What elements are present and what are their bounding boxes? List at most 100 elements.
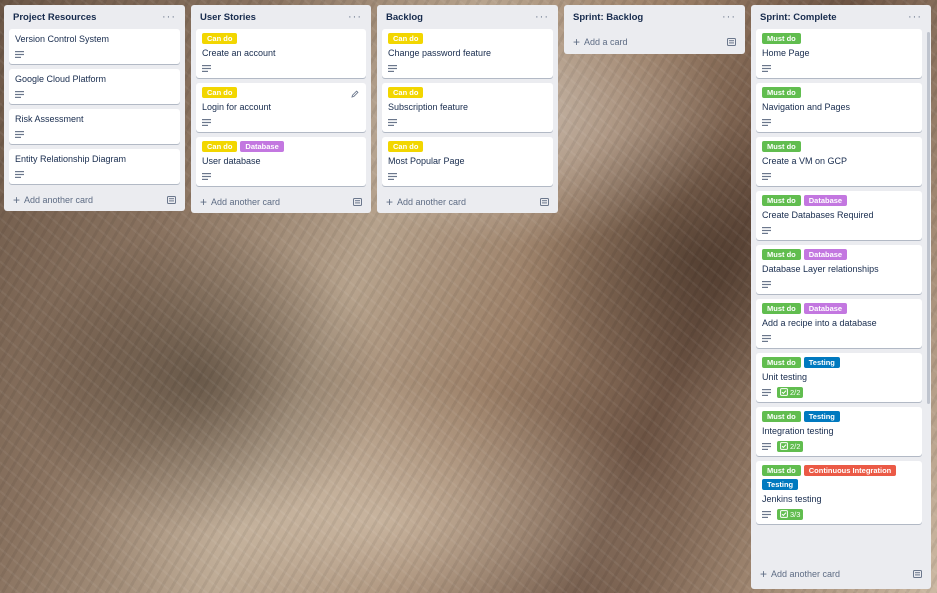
description-icon [762,226,771,234]
add-card-button[interactable]: + Add another card [196,191,366,213]
list-title[interactable]: Sprint: Backlog [573,12,643,23]
label-database[interactable]: Database [803,195,848,206]
label-testing[interactable]: Testing [803,411,840,422]
description-icon [15,170,24,178]
card-title: Risk Assessment [15,114,84,124]
ellipsis-icon[interactable]: ··· [722,12,736,23]
label-testing[interactable]: Testing [762,479,799,490]
card[interactable]: Risk Assessment [9,109,180,144]
label-must-do[interactable]: Must do [762,465,801,476]
card[interactable]: Must do Database Create Databases Requir… [756,191,922,240]
card-title: Create an account [202,48,276,58]
add-card-button[interactable]: + Add another card [9,189,180,211]
card[interactable]: Must do Create a VM on GCP [756,137,922,186]
label-database[interactable]: Database [803,249,848,260]
label-must-do[interactable]: Must do [762,141,801,152]
label-must-do[interactable]: Must do [762,195,801,206]
card-title: User database [202,156,261,166]
label-can-do[interactable]: Can do [202,87,238,98]
add-card-button[interactable]: + Add another card [756,563,926,585]
ellipsis-icon[interactable]: ··· [162,12,176,23]
checklist-count: 2/2 [790,387,801,397]
card-template-icon[interactable] [167,196,176,204]
list-title[interactable]: Sprint: Complete [760,12,837,23]
checklist-badge: 2/2 [777,440,804,452]
label-can-do[interactable]: Can do [388,87,424,98]
label-database[interactable]: Database [803,303,848,314]
plus-icon: + [760,567,768,581]
ellipsis-icon[interactable]: ··· [348,12,362,23]
card-template-icon[interactable] [913,570,922,578]
card[interactable]: Can do Database User database [196,137,366,186]
list-header: Project Resources ··· [9,5,180,29]
add-card-label: Add another card [397,197,467,207]
list-user-stories: User Stories ··· Can do Create an accoun… [191,5,371,213]
label-can-do[interactable]: Can do [202,141,238,152]
add-card-button[interactable]: + Add another card [382,191,553,213]
card-title: Integration testing [762,426,834,436]
label-continuous-integration[interactable]: Continuous Integration [803,465,897,476]
label-database[interactable]: Database [240,141,284,152]
list-title[interactable]: User Stories [200,12,256,23]
card[interactable]: Can do Subscription feature [382,83,553,132]
card-title: Version Control System [15,34,110,44]
card[interactable]: Can do Most Popular Page [382,137,553,186]
card[interactable]: Must do Testing Unit testing 2/2 [756,353,922,402]
card-title: Change password feature [388,48,492,58]
card-template-icon[interactable] [727,37,736,46]
card[interactable]: Must do Navigation and Pages [756,83,922,132]
label-must-do[interactable]: Must do [762,87,801,98]
card-template-icon[interactable] [540,198,549,206]
card[interactable]: Must do Home Page [756,29,922,78]
card-title: Jenkins testing [762,494,822,504]
checklist-count: 2/2 [790,441,801,451]
card-title: Login for account [202,102,272,112]
label-must-do[interactable]: Must do [762,411,801,422]
scrollbar-thumb[interactable] [927,32,930,404]
pencil-icon[interactable] [351,90,359,100]
label-can-do[interactable]: Can do [388,33,424,44]
list-backlog: Backlog ··· Can do Change password featu… [377,5,558,213]
card-title: Add a recipe into a database [762,318,877,328]
description-icon [762,442,771,450]
card-title: Create Databases Required [762,210,874,220]
card[interactable]: Can do Create an account [196,29,366,78]
label-can-do[interactable]: Can do [388,141,424,152]
label-testing[interactable]: Testing [803,357,840,368]
label-must-do[interactable]: Must do [762,249,801,260]
card[interactable]: Can do Change password feature [382,29,553,78]
card-template-icon[interactable] [353,198,362,206]
card[interactable]: Must do Testing Integration testing 2/2 [756,407,922,456]
label-can-do[interactable]: Can do [202,33,238,44]
list-header: Sprint: Complete ··· [756,5,926,29]
description-icon [388,64,397,72]
add-card-label: Add another card [24,195,94,205]
description-icon [15,130,24,138]
list-title[interactable]: Backlog [386,12,423,23]
list-title[interactable]: Project Resources [13,12,96,23]
card-title: Database Layer relationships [762,264,879,274]
label-must-do[interactable]: Must do [762,357,801,368]
card[interactable]: Entity Relationship Diagram [9,149,180,184]
card[interactable]: Can do Login for account [196,83,366,132]
card[interactable]: Version Control System [9,29,180,64]
description-icon [762,510,771,518]
card[interactable]: Must do Continuous Integration Testing J… [756,461,922,524]
add-card-button[interactable]: + Add a card [569,29,740,54]
description-icon [762,388,771,396]
card[interactable]: Google Cloud Platform [9,69,180,104]
list-scrollbar[interactable] [927,32,930,563]
card[interactable]: Must do Database Database Layer relation… [756,245,922,294]
label-must-do[interactable]: Must do [762,33,801,44]
card-title: Unit testing [762,372,808,382]
list-header: Sprint: Backlog ··· [569,5,740,29]
description-icon [202,118,211,126]
ellipsis-icon[interactable]: ··· [535,12,549,23]
ellipsis-icon[interactable]: ··· [908,12,922,23]
label-must-do[interactable]: Must do [762,303,801,314]
card-list: Must do Home Page Must do Navigation and… [756,29,926,563]
card[interactable]: Must do Database Add a recipe into a dat… [756,299,922,348]
description-icon [15,50,24,58]
add-card-label: Add a card [584,36,628,47]
plus-icon: + [386,195,394,209]
